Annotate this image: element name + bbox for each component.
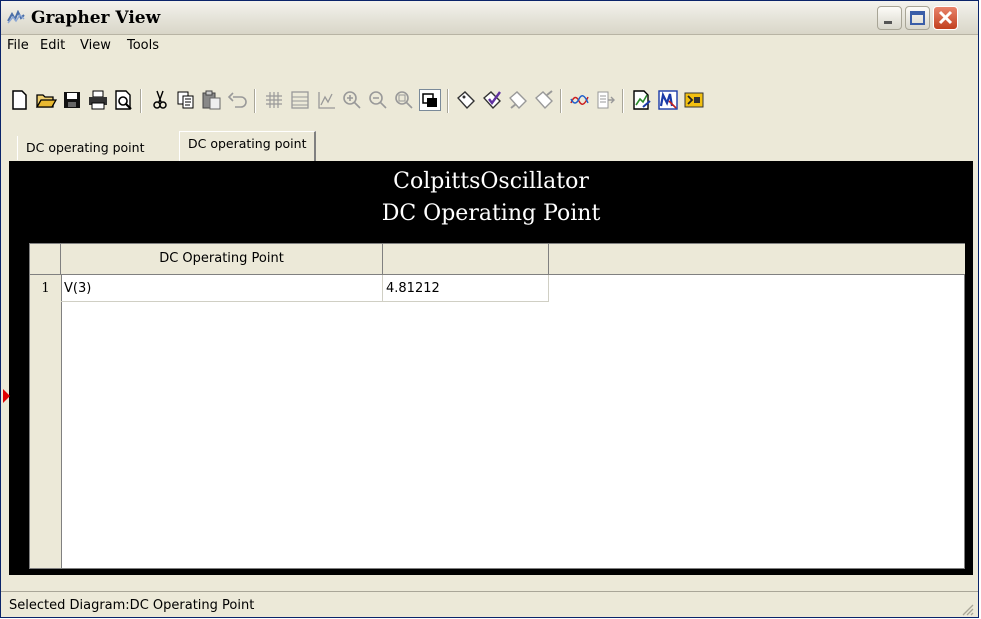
column-header-empty <box>549 244 965 275</box>
overlay-icon[interactable] <box>419 89 441 111</box>
copy-icon[interactable] <box>175 89 197 111</box>
diagram-tabs: DC operating point DC operating point <box>1 129 978 161</box>
toolbar-separator <box>447 89 449 113</box>
save-icon[interactable] <box>61 89 83 111</box>
cell-value[interactable]: 4.81212 <box>383 275 549 302</box>
curve-icon[interactable] <box>569 89 591 111</box>
toolbar-separator <box>560 89 562 113</box>
labview-icon[interactable] <box>683 89 705 111</box>
toolbar-separator <box>622 89 624 113</box>
toolbar-separator <box>140 89 142 113</box>
export-chart-icon[interactable] <box>631 89 653 111</box>
close-icon <box>938 10 953 25</box>
undo-icon[interactable] <box>227 89 249 111</box>
zoom-out-icon[interactable] <box>367 89 389 111</box>
row-number: 1 <box>41 281 50 296</box>
cursor-prev-icon[interactable] <box>507 89 529 111</box>
minimize-button[interactable] <box>877 6 902 30</box>
cursor-next-icon[interactable] <box>533 89 555 111</box>
column-header-name[interactable]: DC Operating Point <box>61 244 383 275</box>
export-icon[interactable] <box>595 89 617 111</box>
title-bar[interactable]: Grapher View <box>1 1 978 35</box>
app-icon <box>7 10 25 24</box>
print-icon[interactable] <box>87 89 109 111</box>
cursor-check-icon[interactable] <box>481 89 503 111</box>
toolbar-separator <box>254 89 256 113</box>
diagram-panel: ColpittsOscillator DC Operating Point DC… <box>9 161 973 575</box>
grapher-window: Grapher View File Edit View Tools DC ope… <box>0 0 979 618</box>
cell-node-name[interactable]: V(3) <box>61 275 383 302</box>
zoom-in-icon[interactable] <box>341 89 363 111</box>
axis-icon[interactable] <box>315 89 337 111</box>
menu-bar: File Edit View Tools <box>1 34 978 58</box>
menu-edit[interactable]: Edit <box>40 38 65 53</box>
toolbar <box>3 83 977 127</box>
print-preview-icon[interactable] <box>113 89 135 111</box>
analysis-title: DC Operating Point <box>381 201 601 226</box>
status-bar: Selected Diagram:DC Operating Point <box>1 591 978 619</box>
close-button[interactable] <box>933 6 958 30</box>
status-text: Selected Diagram:DC Operating Point <box>9 598 255 613</box>
menu-tools[interactable]: Tools <box>127 38 159 53</box>
circuit-title: ColpittsOscillator <box>393 169 589 194</box>
open-icon[interactable] <box>35 89 57 111</box>
maximize-icon <box>910 11 925 25</box>
grid-icon[interactable] <box>263 89 285 111</box>
minimize-icon <box>884 21 892 24</box>
menu-file[interactable]: File <box>7 38 29 53</box>
selected-diagram-marker <box>3 389 10 403</box>
maximize-button[interactable] <box>905 6 930 30</box>
paste-icon[interactable] <box>201 89 223 111</box>
tab-dc-operating-point-1[interactable]: DC operating point <box>17 136 152 160</box>
results-table: DC Operating Point 1 V(3) 4.81212 <box>29 243 965 569</box>
tab-dc-operating-point-2[interactable]: DC operating point <box>179 131 317 161</box>
window-title: Grapher View <box>31 8 161 28</box>
cut-icon[interactable] <box>149 89 171 111</box>
corner-cell[interactable] <box>30 244 61 275</box>
column-header-value[interactable] <box>383 244 549 275</box>
new-icon[interactable] <box>9 89 31 111</box>
resize-grip-icon[interactable] <box>960 602 974 616</box>
menu-view[interactable]: View <box>80 38 111 53</box>
zoom-fit-icon[interactable] <box>393 89 415 111</box>
mathcad-icon[interactable] <box>657 89 679 111</box>
cursor-tag-icon[interactable] <box>455 89 477 111</box>
table-icon[interactable] <box>289 89 311 111</box>
